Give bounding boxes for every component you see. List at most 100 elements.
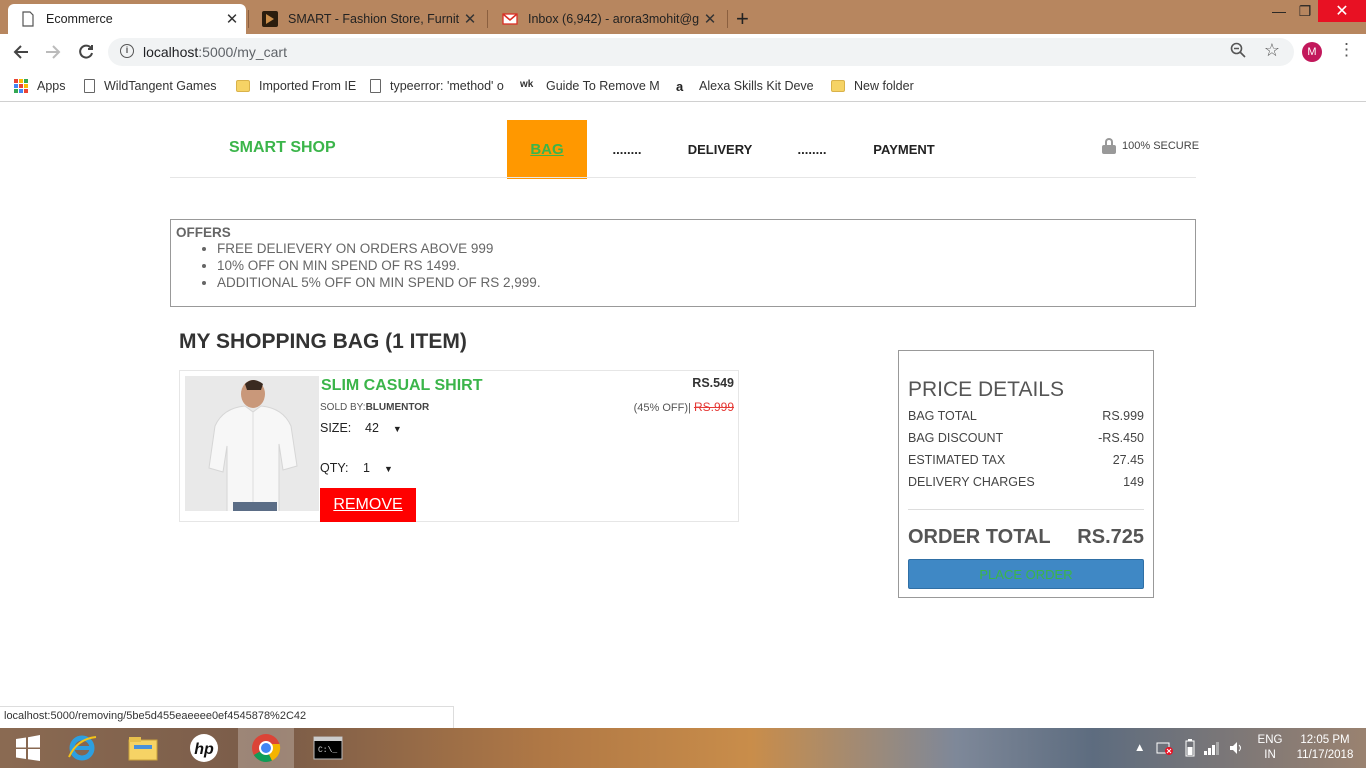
tab-separator [487, 10, 488, 28]
network-error-icon[interactable] [1156, 728, 1174, 768]
language-code: ENG [1257, 734, 1283, 746]
offer-item: ADDITIONAL 5% OFF ON MIN SPEND OF RS 2,9… [217, 274, 1195, 291]
bookmark-typeerror[interactable]: typeerror: 'method' o [370, 77, 506, 95]
price-row-bag-discount: BAG DISCOUNT -RS.450 [908, 431, 1144, 445]
info-icon[interactable]: i [120, 44, 134, 58]
secure-text: 100% SECURE [1122, 140, 1200, 152]
remove-button[interactable]: REMOVE [320, 488, 416, 522]
menu-kebab-icon[interactable]: ⋮ [1338, 40, 1355, 60]
dropdown-arrow-icon: ▼ [392, 424, 402, 434]
chrome-icon[interactable] [238, 728, 294, 768]
maximize-button[interactable]: ❐ [1292, 0, 1318, 22]
price-row-delivery-charges: DELIVERY CHARGES 149 [908, 475, 1144, 489]
close-tab-icon[interactable]: ✕ [700, 10, 720, 28]
forward-arrow-icon[interactable] [41, 40, 65, 64]
bookmarks-bar: Apps WildTangent Games Imported From IE … [0, 70, 1366, 102]
file-explorer-icon[interactable] [115, 728, 171, 768]
cart-item: SLIM CASUAL SHIRT SOLD BY:BLUMENTOR RS.5… [179, 370, 739, 522]
step-delivery: DELIVERY [687, 142, 753, 157]
new-tab-button[interactable]: + [736, 6, 749, 32]
seller-name: BLUMENTOR [365, 402, 430, 413]
url-path: :5000/my_cart [198, 44, 287, 60]
bookmark-new-folder[interactable]: New folder [831, 77, 914, 95]
close-window-button[interactable]: ✕ [1318, 0, 1366, 22]
close-tab-icon[interactable]: ✕ [460, 10, 480, 28]
back-arrow-icon[interactable] [9, 40, 33, 64]
step-bag[interactable]: BAG [507, 120, 587, 179]
minimize-button[interactable]: — [1266, 0, 1292, 22]
step-payment: PAYMENT [873, 142, 935, 157]
signal-icon[interactable] [1204, 728, 1220, 768]
address-bar[interactable]: i localhost:5000/my_cart ☆ [108, 38, 1294, 66]
internet-explorer-icon[interactable] [54, 728, 110, 768]
order-total-label: ORDER TOTAL [908, 526, 1051, 548]
url-host: localhost [143, 44, 199, 60]
folder-icon [831, 80, 845, 92]
secure-badge: 100% SECURE [1102, 138, 1199, 154]
sold-by: SOLD BY:BLUMENTOR [320, 402, 429, 413]
discount-percent: (45% OFF)| [633, 402, 691, 414]
offer-item: FREE DELIEVERY ON ORDERS ABOVE 999 [217, 240, 1195, 257]
battery-icon[interactable] [1184, 728, 1196, 768]
page-icon [84, 79, 95, 93]
price-row-value: RS.999 [1102, 409, 1144, 423]
qty-label: QTY: [320, 461, 349, 475]
page-content: SMART SHOP BAG ........ DELIVERY .......… [0, 102, 1366, 728]
bookmark-apps[interactable]: Apps [14, 77, 66, 95]
brand-logo[interactable]: SMART SHOP [229, 139, 336, 157]
price-details-panel: PRICE DETAILS BAG TOTAL RS.999 BAG DISCO… [898, 350, 1154, 598]
original-price: RS.999 [693, 400, 734, 414]
shopping-bag-title: MY SHOPPING BAG (1 ITEM) [179, 330, 467, 353]
profile-avatar[interactable]: M [1302, 42, 1322, 62]
product-image[interactable] [185, 376, 319, 511]
step-separator: ........ [612, 142, 642, 157]
tab-gmail-inbox[interactable]: Inbox (6,942) - arora3mohit@gm ✕ [490, 4, 724, 34]
bookmark-label: New folder [854, 79, 914, 93]
place-order-button[interactable]: PLACE ORDER [908, 559, 1144, 589]
bookmark-guide-to-remove[interactable]: wk Guide To Remove Mc [520, 77, 660, 95]
bookmark-alexa-skills[interactable]: a Alexa Skills Kit Develo [676, 77, 814, 95]
volume-icon[interactable] [1229, 728, 1245, 768]
tab-ecommerce[interactable]: Ecommerce ✕ [8, 4, 246, 34]
bookmark-star-icon[interactable]: ☆ [1264, 40, 1280, 61]
page-icon [370, 79, 381, 93]
price-row-value: 149 [1123, 475, 1144, 489]
lock-icon [1102, 138, 1116, 154]
windows-start-icon[interactable] [0, 728, 56, 768]
reload-icon[interactable] [74, 40, 98, 64]
step-separator: ........ [797, 142, 827, 157]
system-clock[interactable]: 12:05 PM 11/17/2018 [1290, 733, 1360, 763]
order-total: ORDER TOTAL RS.725 [908, 526, 1144, 549]
bookmark-label: Apps [37, 79, 66, 93]
qty-value: 1 [363, 461, 370, 475]
product-name[interactable]: SLIM CASUAL SHIRT [321, 377, 482, 395]
close-tab-icon[interactable]: ✕ [222, 10, 242, 28]
size-label: SIZE: [320, 421, 352, 435]
link-status-bar: localhost:5000/removing/5be5d455eaeeee0e… [0, 706, 454, 728]
smart-favicon-icon [262, 11, 278, 27]
url-text: localhost:5000/my_cart [143, 44, 287, 60]
tab-title: Ecommerce [46, 12, 113, 26]
page-icon [20, 11, 36, 27]
input-language[interactable]: ENG IN [1254, 733, 1286, 763]
bookmark-imported-from-ie[interactable]: Imported From IE [236, 77, 356, 95]
windows-taskbar: hp C:\_ ▲ ENG IN 12:05 PM 11/17/2018 [0, 728, 1366, 768]
region-code: IN [1264, 749, 1276, 761]
bookmark-wildtangent[interactable]: WildTangent Games [84, 77, 216, 95]
price-row-value: 27.45 [1112, 453, 1144, 467]
tab-title: Inbox (6,942) - arora3mohit@gm [528, 12, 700, 26]
hp-icon[interactable]: hp [176, 728, 232, 768]
size-select[interactable]: 42 ▼ [365, 421, 415, 435]
sold-by-label: SOLD BY: [320, 402, 366, 413]
bookmark-label: WildTangent Games [104, 79, 216, 93]
command-prompt-icon[interactable]: C:\_ [300, 728, 356, 768]
tab-smart-store[interactable]: SMART - Fashion Store, Furniture ✕ [250, 4, 484, 34]
qty-select[interactable]: 1 ▼ [363, 461, 413, 475]
bookmark-label: Alexa Skills Kit Develo [699, 79, 814, 93]
offers-box: OFFERS FREE DELIEVERY ON ORDERS ABOVE 99… [170, 219, 1196, 307]
offer-item: 10% OFF ON MIN SPEND OF RS 1499. [217, 257, 1195, 274]
show-hidden-icons-icon[interactable]: ▲ [1134, 728, 1145, 768]
gmail-icon [502, 11, 518, 27]
zoom-icon[interactable] [1230, 42, 1246, 62]
wk-icon: wk [520, 79, 534, 90]
